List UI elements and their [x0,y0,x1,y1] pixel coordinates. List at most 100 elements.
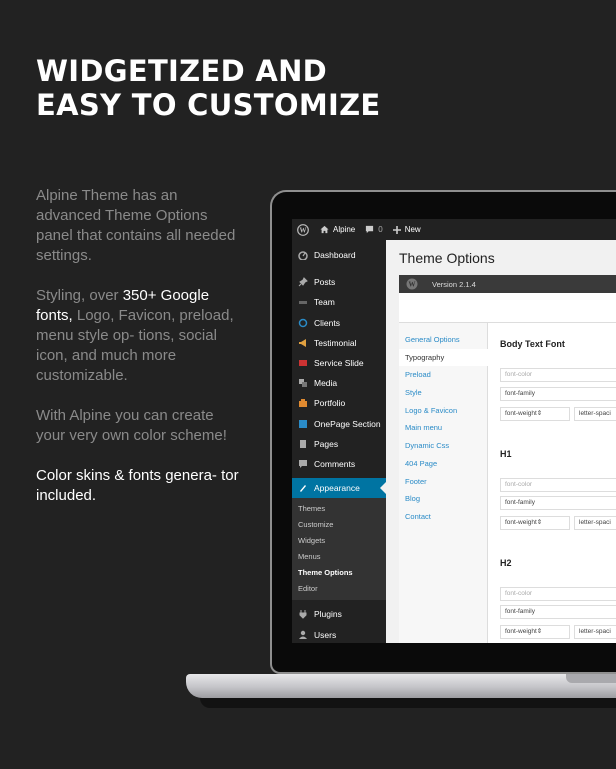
site-name: Alpine [333,225,356,234]
comments-icon [298,459,308,469]
sidebar-label: Clients [314,317,340,328]
sidebar-item-comments[interactable]: Comments [292,454,386,474]
select-arrows-icon: ⇕ [536,519,543,526]
tab-main-menu[interactable]: Main menu [399,419,487,437]
tab-general-options[interactable]: General Options [399,331,487,349]
description-paragraph-1: Alpine Theme has an advanced Theme Optio… [36,187,236,264]
admin-sidebar: Dashboard Posts Team Clients Testimonial… [292,240,386,643]
sidebar-item-testimonial[interactable]: Testimonial [292,333,386,353]
font-weight-select[interactable]: font-weight⇕ [500,625,570,639]
version-text: Version 2.1.4 [432,279,476,289]
submenu-theme-options[interactable]: Theme Options [292,565,386,581]
font-weight-value: font-weight [505,628,537,635]
headline-line-2: EASY TO CUSTOMIZE [36,88,381,122]
sidebar-item-portfolio[interactable]: Portfolio [292,393,386,413]
sidebar-label: Team [314,297,335,308]
tab-contact[interactable]: Contact [399,508,487,526]
site-link[interactable]: Alpine [320,225,355,234]
new-link[interactable]: New [392,225,421,234]
sidebar-label: Appearance [314,483,360,494]
letter-spacing-select[interactable]: letter-spaci [574,516,616,530]
submenu-themes[interactable]: Themes [292,501,386,517]
tab-logo-favicon[interactable]: Logo & Favicon [399,402,487,420]
select-arrows-icon: ⇕ [536,410,543,417]
plus-icon [392,225,401,234]
pin-icon [298,277,308,287]
sidebar-label: Portfolio [314,398,346,409]
description-paragraph-3: With Alpine you can create your very own… [36,407,227,444]
home-icon [320,225,329,234]
sidebar-item-posts[interactable]: Posts [292,272,386,292]
font-weight-select[interactable]: font-weight⇕ [500,407,570,421]
sidebar-item-pages[interactable]: Pages [292,434,386,454]
font-color-input[interactable]: font-color [500,478,616,492]
version-bar: W Version 2.1.4 [399,275,616,293]
submenu-menus[interactable]: Menus [292,549,386,565]
sidebar-label: Testimonial [314,337,357,348]
svg-text:W: W [300,226,307,234]
laptop-screen: W Alpine 0 New Dashboard Posts Team Clie… [292,219,616,643]
comment-bubble-icon [366,225,374,234]
section-title: Body Text Font [500,339,565,349]
wordpress-icon[interactable]: W [296,223,310,237]
font-family-select[interactable]: font-family [500,496,616,510]
admin-bar: W Alpine 0 New [292,219,616,240]
font-color-input[interactable]: font-color [500,368,616,382]
tab-404-page[interactable]: 404 Page [399,455,487,473]
section-title: H2 [500,558,512,568]
headline-line-1: WIDGETIZED AND [36,54,328,88]
options-tabs: General Options Typography Preload Style… [399,323,488,643]
font-weight-select[interactable]: font-weight⇕ [500,516,570,530]
section-title: H1 [500,449,512,459]
theme-logo-icon: W [406,278,418,290]
submenu-editor[interactable]: Editor [292,581,386,597]
sidebar-item-plugins[interactable]: Plugins [292,604,386,624]
comments-link[interactable]: 0 [365,225,383,234]
megaphone-icon [298,338,308,348]
font-family-select[interactable]: font-family [500,387,616,401]
svg-text:W: W [409,281,416,289]
laptop-base [186,674,616,698]
tab-typography[interactable]: Typography [399,348,488,367]
font-color-input[interactable]: font-color [500,587,616,601]
sidebar-item-dashboard[interactable]: Dashboard [292,245,386,265]
sidebar-label: Posts [314,277,336,288]
sidebar-item-onepage-section[interactable]: OnePage Section [292,414,386,434]
sidebar-item-users[interactable]: Users [292,624,386,643]
sidebar-item-appearance[interactable]: Appearance [292,478,386,499]
plugins-icon [298,609,308,620]
letter-spacing-select[interactable]: letter-spaci [574,407,616,421]
sidebar-item-clients[interactable]: Clients [292,313,386,333]
font-family-select[interactable]: font-family [500,605,616,619]
sidebar-item-service-slide[interactable]: Service Slide [292,353,386,373]
sidebar-item-media[interactable]: Media [292,373,386,393]
tab-dynamic-css[interactable]: Dynamic Css [399,437,487,455]
dashboard-icon [298,250,308,261]
users-icon [298,630,308,640]
letter-spacing-select[interactable]: letter-spaci [574,625,616,639]
select-arrows-icon: ⇕ [536,628,543,635]
font-weight-value: font-weight [505,519,537,526]
sidebar-label: Dashboard [314,250,356,261]
tab-footer[interactable]: Footer [399,473,487,491]
tab-style[interactable]: Style [399,384,487,402]
sidebar-label: Media [314,378,338,389]
headline: WIDGETIZED AND EASY TO CUSTOMIZE [36,54,381,122]
tab-preload[interactable]: Preload [399,366,487,384]
slide-icon [298,358,308,368]
sidebar-item-team[interactable]: Team [292,292,386,312]
submenu-customize[interactable]: Customize [292,517,386,533]
tab-blog[interactable]: Blog [399,490,487,508]
sidebar-label: Plugins [314,609,342,620]
laptop-shadow [200,698,616,708]
media-icon [298,378,308,388]
sidebar-label: Pages [314,438,339,449]
comment-count: 0 [378,225,383,234]
p2-pre: Styling, over [36,287,123,304]
submenu-widgets[interactable]: Widgets [292,533,386,549]
laptop-notch [566,674,616,683]
sidebar-label: OnePage Section [314,418,381,429]
typography-panel: Body Text Font font-color font-family fo… [488,323,616,643]
appearance-submenu: Themes Customize Widgets Menus Theme Opt… [292,498,386,601]
sidebar-label: Service Slide [314,358,364,369]
